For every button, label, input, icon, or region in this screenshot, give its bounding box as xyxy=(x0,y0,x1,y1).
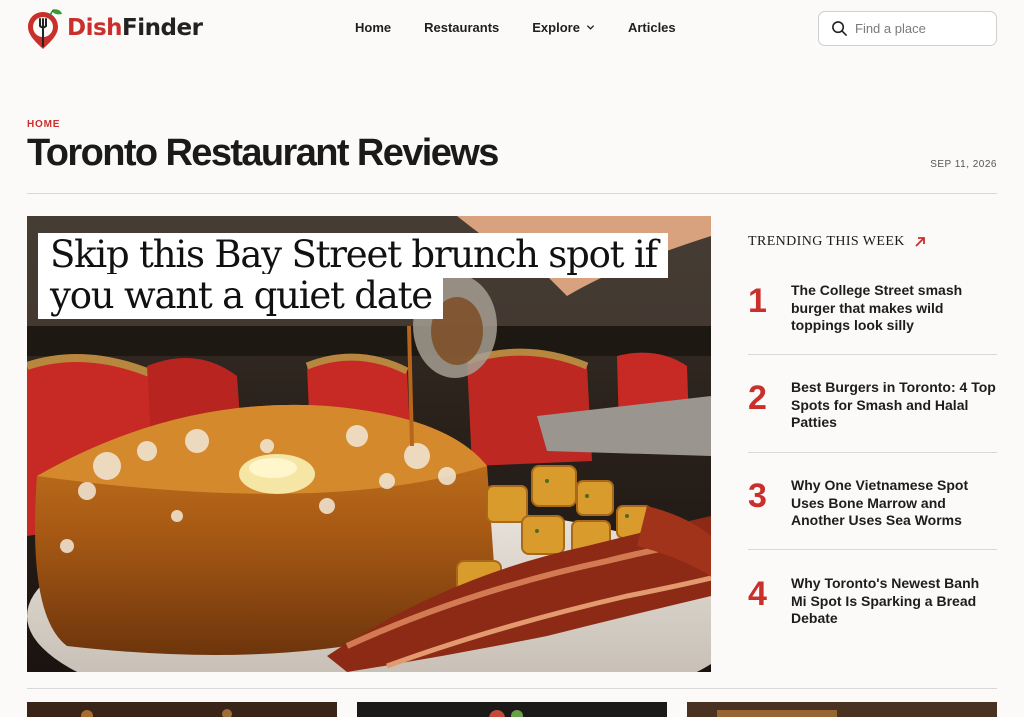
trending-rank: 1 xyxy=(748,282,767,320)
trending-title: Why Toronto's Newest Banh Mi Spot Is Spa… xyxy=(791,575,980,626)
trending-title: Why One Vietnamese Spot Uses Bone Marrow… xyxy=(791,477,969,528)
logo-finder: Finder xyxy=(122,15,203,41)
hero-headline-text: Skip this Bay Street brunch spot if you … xyxy=(38,233,669,319)
publish-date: SEP 11, 2026 xyxy=(930,159,997,170)
page-title: Toronto Restaurant Reviews xyxy=(27,132,499,174)
nav-restaurants[interactable]: Restaurants xyxy=(424,20,499,35)
logo-pin-icon xyxy=(28,9,62,49)
nav-home[interactable]: Home xyxy=(355,20,391,35)
trending-rank: 4 xyxy=(748,575,767,613)
trending-item-3[interactable]: 3 Why One Vietnamese Spot Uses Bone Marr… xyxy=(748,477,997,530)
nav-explore[interactable]: Explore xyxy=(532,20,595,35)
divider xyxy=(27,688,997,689)
logo-text: DishFinder xyxy=(67,15,203,41)
trending-item-1[interactable]: 1 The College Street smash burger that m… xyxy=(748,282,997,335)
main-nav: Home Restaurants Explore Articles xyxy=(355,20,709,35)
search-input[interactable] xyxy=(855,21,985,36)
article-thumbnail[interactable] xyxy=(27,702,337,717)
article-thumbnail-image xyxy=(27,702,337,717)
trending-rank: 3 xyxy=(748,477,767,515)
article-thumbnail[interactable] xyxy=(357,702,667,717)
search-box[interactable] xyxy=(818,11,997,46)
hero-headline[interactable]: Skip this Bay Street brunch spot if you … xyxy=(38,233,678,319)
site-header: DishFinder Home Restaurants Explore Arti… xyxy=(0,0,1024,58)
hero-article[interactable]: Skip this Bay Street brunch spot if you … xyxy=(27,216,711,672)
trending-item-4[interactable]: 4 Why Toronto's Newest Banh Mi Spot Is S… xyxy=(748,575,997,628)
article-thumbnail-image xyxy=(687,702,997,717)
divider xyxy=(748,452,997,453)
divider xyxy=(748,549,997,550)
article-thumbnail-image xyxy=(357,702,667,717)
logo[interactable]: DishFinder xyxy=(26,8,203,50)
search-icon xyxy=(832,21,847,36)
trending-title: Best Burgers in Toronto: 4 Top Spots for… xyxy=(791,379,996,430)
logo-dish: Dish xyxy=(67,15,123,41)
nav-explore-label: Explore xyxy=(532,20,580,35)
trending-heading: TRENDING THIS WEEK xyxy=(748,234,926,250)
trending-item-2[interactable]: 2 Best Burgers in Toronto: 4 Top Spots f… xyxy=(748,379,997,432)
arrow-up-right-icon xyxy=(915,237,925,247)
trending-heading-text: TRENDING THIS WEEK xyxy=(748,234,905,249)
article-thumbnail[interactable] xyxy=(687,702,997,717)
nav-articles[interactable]: Articles xyxy=(628,20,676,35)
trending-title: The College Street smash burger that mak… xyxy=(791,282,963,333)
breadcrumb-home[interactable]: HOME xyxy=(27,119,60,130)
trending-rank: 2 xyxy=(748,379,767,417)
divider xyxy=(748,354,997,355)
divider xyxy=(27,193,997,194)
chevron-down-icon xyxy=(586,25,595,30)
